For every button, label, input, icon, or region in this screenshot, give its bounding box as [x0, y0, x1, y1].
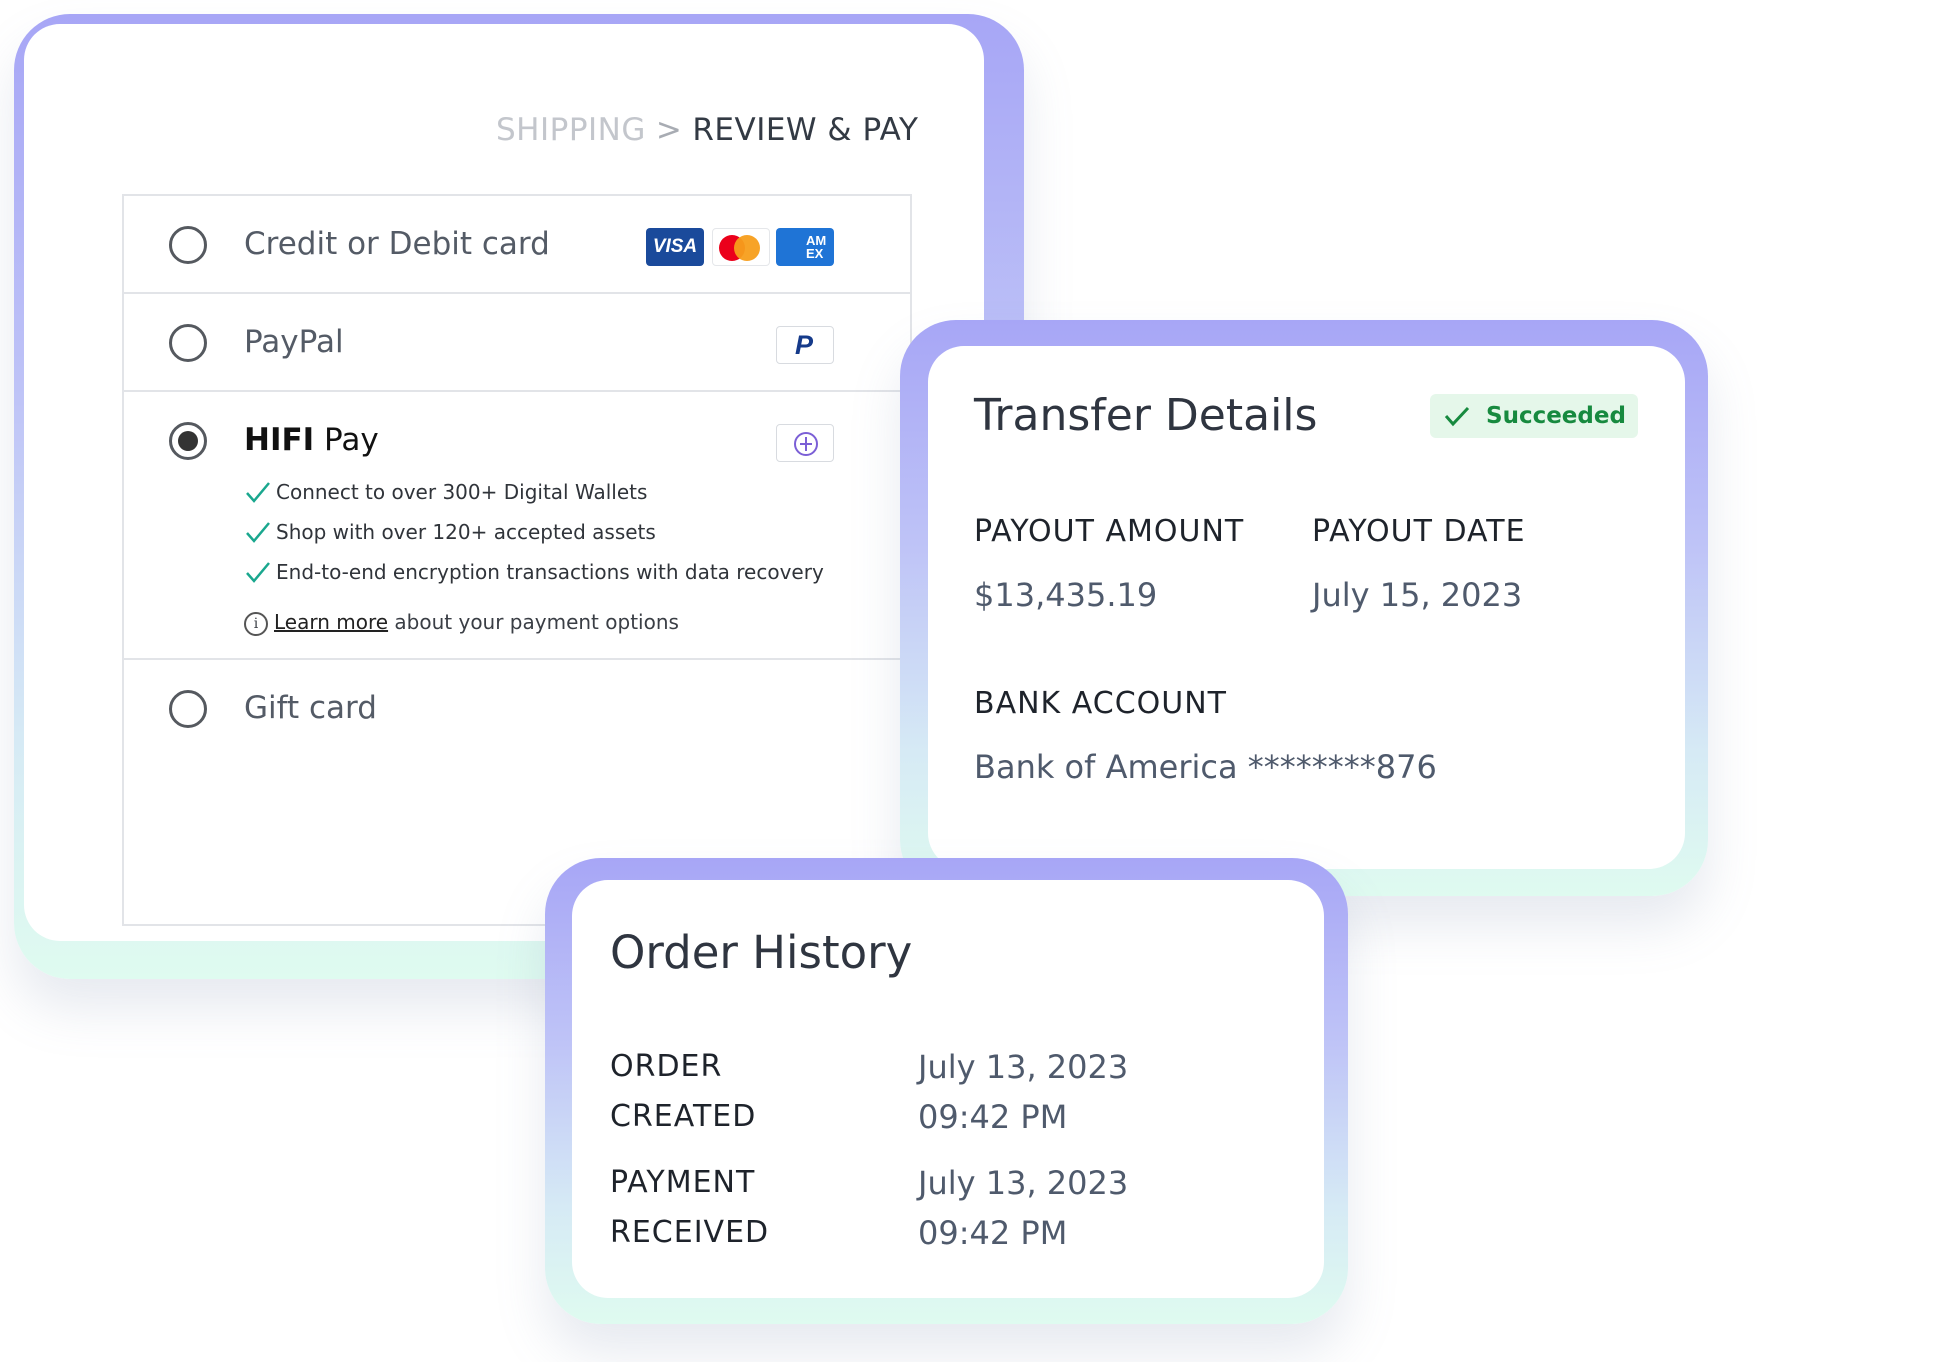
checkout-panel: SHIPPING > REVIEW & PAY Credit or Debit ca… — [24, 24, 984, 941]
payment-option-paypal[interactable]: PayPal P — [124, 294, 910, 392]
payout-amount-value: $13,435.19 — [974, 576, 1158, 614]
status-badge: Succeeded — [1430, 394, 1638, 438]
payout-amount-label: PAYOUT AMOUNT — [974, 514, 1245, 549]
learn-more-note: i Learn more about your payment options — [244, 610, 679, 636]
payment-received-label: PAYMENT RECEIVED — [610, 1165, 770, 1250]
feature-item: Connect to over 300+ Digital Wallets — [244, 478, 647, 506]
check-icon — [1444, 406, 1470, 427]
check-icon — [246, 522, 270, 543]
chevron-right-icon: > — [655, 112, 683, 148]
breadcrumb-review-pay: REVIEW & PAY — [692, 112, 919, 148]
mastercard-logo — [712, 228, 770, 266]
bank-account-value: Bank of America ********876 — [974, 748, 1437, 786]
payment-option-hifi-pay[interactable]: HIFI Pay Connect to over 300+ Digital Wa… — [124, 392, 910, 660]
info-icon: i — [244, 611, 268, 636]
payment-received-value: July 13, 2023 09:42 PM — [918, 1164, 1129, 1252]
radio-gift-card[interactable] — [169, 690, 207, 728]
payment-options: Credit or Debit card VISA AM EX PayPal P … — [122, 194, 912, 926]
payout-date-value: July 15, 2023 — [1312, 576, 1523, 614]
radio-paypal[interactable] — [169, 324, 207, 362]
option-label-gift-card: Gift card — [244, 690, 377, 726]
order-created-label: ORDER CREATED — [610, 1049, 757, 1134]
feature-item: End-to-end encryption transactions with … — [244, 558, 824, 586]
radio-credit-card[interactable] — [169, 226, 207, 264]
check-icon — [246, 562, 270, 583]
bank-account-label: BANK ACCOUNT — [974, 686, 1227, 721]
payment-option-card[interactable]: Credit or Debit card VISA AM EX — [124, 196, 910, 294]
transfer-title: Transfer Details — [974, 390, 1318, 441]
breadcrumb: SHIPPING > REVIEW & PAY — [496, 112, 918, 148]
option-label-hifi-pay: HIFI Pay — [244, 422, 379, 458]
order-created-value: July 13, 2023 09:42 PM — [918, 1048, 1129, 1136]
paypal-logo: P — [776, 326, 834, 364]
feature-item: Shop with over 120+ accepted assets — [244, 518, 656, 546]
learn-more-link[interactable]: Learn more — [274, 610, 388, 634]
hifi-logo — [776, 424, 834, 462]
transfer-details-card: Transfer Details Succeeded PAYOUT AMOUNT… — [928, 346, 1685, 869]
check-icon — [246, 482, 270, 503]
payment-option-gift-card[interactable]: Gift card — [124, 660, 910, 758]
option-label-credit-card: Credit or Debit card — [244, 226, 550, 262]
breadcrumb-shipping[interactable]: SHIPPING — [496, 112, 646, 148]
amex-logo: AM EX — [776, 228, 834, 266]
visa-logo: VISA — [646, 228, 704, 266]
radio-hifi-pay[interactable] — [169, 422, 207, 460]
option-label-paypal: PayPal — [244, 324, 344, 360]
payout-date-label: PAYOUT DATE — [1312, 514, 1526, 549]
order-history-title: Order History — [610, 926, 913, 979]
order-history-card: Order History ORDER CREATED July 13, 202… — [572, 880, 1324, 1298]
